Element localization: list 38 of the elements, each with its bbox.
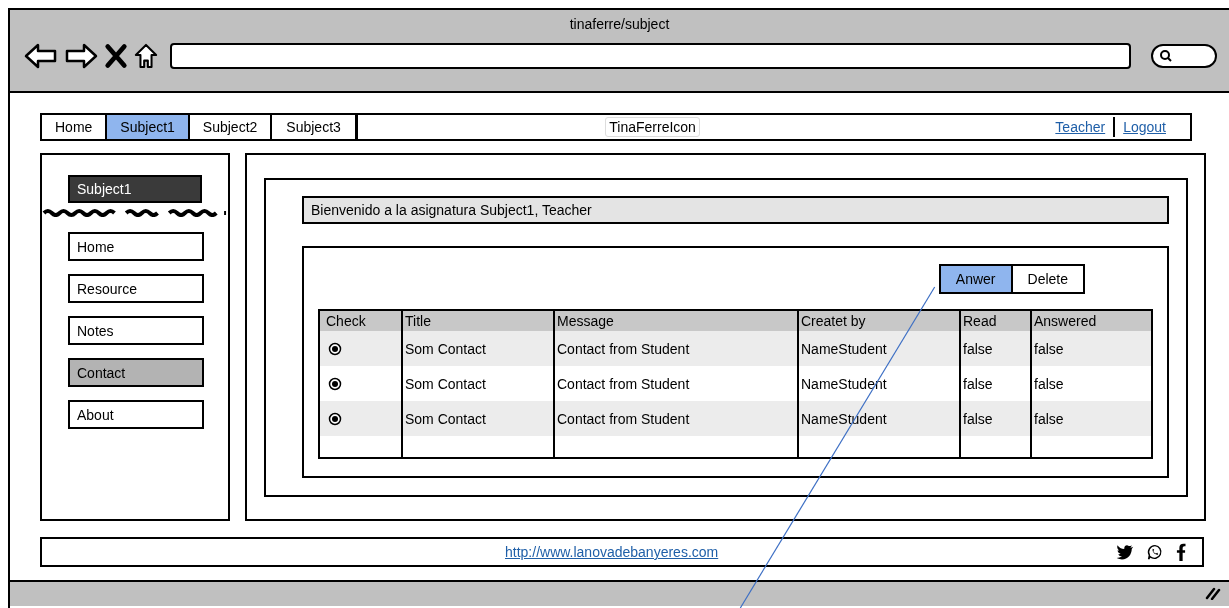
forward-icon[interactable] <box>64 42 98 70</box>
sidebar-item[interactable]: Resource <box>68 274 204 303</box>
search-icon <box>1159 49 1173 63</box>
sidebar-item[interactable]: Notes <box>68 316 204 345</box>
nav-tab[interactable]: Subject1 <box>107 115 190 139</box>
home-icon[interactable] <box>134 43 158 69</box>
sidebar-item[interactable]: Home <box>68 232 204 261</box>
phone-chat-icon[interactable] <box>1146 544 1164 560</box>
radio-button[interactable] <box>328 411 342 426</box>
resize-grip-icon <box>1205 586 1221 600</box>
address-field[interactable] <box>170 43 1131 69</box>
search-field[interactable] <box>1151 44 1217 68</box>
sidebar-item[interactable]: About <box>68 400 204 429</box>
nav-link[interactable]: Logout <box>1115 119 1174 135</box>
table-cell: false <box>959 331 1030 366</box>
footer-link[interactable]: http://www.lanovadebanyeres.com <box>505 544 719 560</box>
column-header: Check <box>325 312 367 331</box>
sidebar-item[interactable]: Contact <box>68 358 204 387</box>
radio-button[interactable] <box>328 376 342 391</box>
table-cell: NameStudent <box>797 331 959 366</box>
table-cell: Contact from Student <box>553 331 797 366</box>
table-cell: false <box>959 401 1030 436</box>
table-cell: Contact from Student <box>553 401 797 436</box>
sidebar-heading: Subject1 <box>68 175 202 203</box>
radio-button[interactable] <box>328 341 342 356</box>
bird-icon[interactable] <box>1116 544 1134 560</box>
nav-link[interactable]: Teacher <box>1047 119 1114 135</box>
table-cell: Som Contact <box>401 331 553 366</box>
close-icon[interactable] <box>104 43 128 69</box>
table-cell: false <box>1030 331 1151 366</box>
window-title: tinaferre/subject <box>569 16 670 32</box>
welcome-banner: Bienvenido a la asignatura Subject1, Teacher <box>302 196 1169 224</box>
text-input[interactable]: TinaFerreIcon <box>605 117 700 137</box>
table-cell: Som Contact <box>401 401 553 436</box>
f-icon[interactable] <box>1176 543 1186 561</box>
table-cell: false <box>1030 401 1151 436</box>
back-icon[interactable] <box>24 42 58 70</box>
action-button[interactable]: Anwer <box>940 266 1013 292</box>
